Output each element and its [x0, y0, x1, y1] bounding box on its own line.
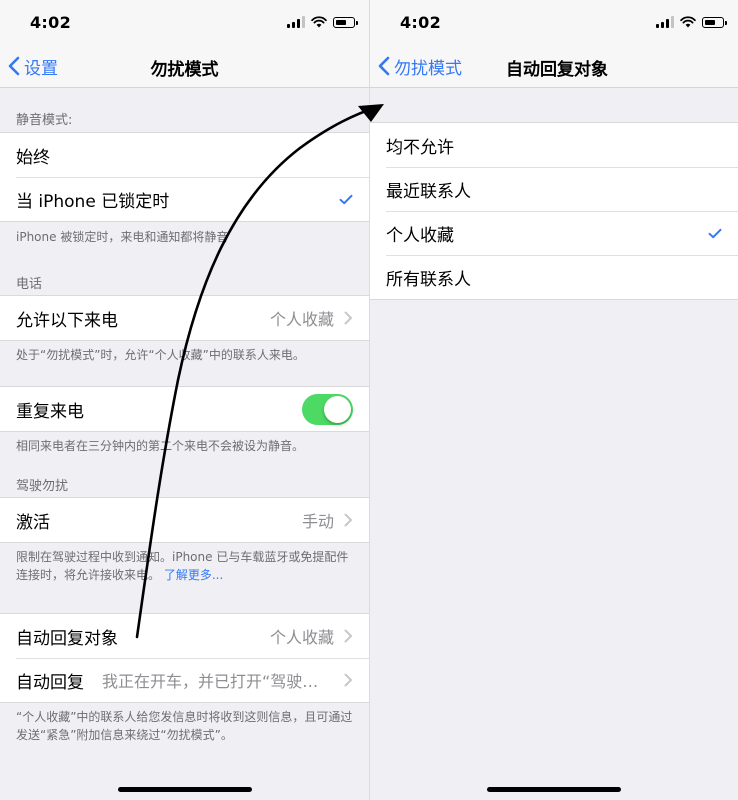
row-auto-reply[interactable]: 自动回复 我正在开车，并已打开“驾驶勿扰” [0, 658, 369, 702]
settings-list: 静音模式: 始终 当 iPhone 已锁定时 iPhone 被锁定时，来电和通知… [0, 88, 369, 800]
section-header-driving: 驾驶勿扰 [16, 479, 69, 494]
battery-icon [333, 17, 358, 28]
nav-bar: 设置 勿扰模式 [0, 44, 369, 88]
footer-repeated: 相同来电者在三分钟内的第二个来电不会被设为静音。 [16, 439, 305, 453]
right-screen: 4:02 勿扰模式 自动回复对象 均不允许 最近联系人 个人收藏 所有联系人 [370, 0, 738, 800]
chevron-right-icon [344, 311, 352, 325]
page-title: 自动回复对象 [506, 60, 608, 80]
footer-driving: 限制在驾驶过程中收到通知。iPhone 已与车载蓝牙或免提配件连接时，将允许接收… [16, 548, 355, 584]
wifi-icon [311, 16, 327, 28]
group-options: 均不允许 最近联系人 个人收藏 所有联系人 [370, 122, 738, 300]
row-activate[interactable]: 激活 手动 [0, 498, 369, 542]
row-auto-reply-to[interactable]: 自动回复对象 个人收藏 [0, 614, 369, 658]
chevron-left-icon [378, 56, 390, 76]
group-phone: 允许以下来电 个人收藏 [0, 295, 369, 341]
group-repeated: 重复来电 [0, 386, 369, 432]
row-allow-calls[interactable]: 允许以下来电 个人收藏 [0, 296, 369, 340]
row-label: 始终 [16, 147, 50, 168]
option-label: 最近联系人 [386, 181, 471, 202]
signal-icon [656, 16, 674, 28]
home-indicator [487, 787, 621, 792]
row-silence-always[interactable]: 始终 [0, 133, 369, 177]
system-icons [656, 14, 727, 28]
group-silence: 始终 当 iPhone 已锁定时 [0, 132, 369, 222]
option-label: 所有联系人 [386, 269, 471, 290]
row-value: 个人收藏 [269, 310, 334, 329]
battery-icon [702, 17, 727, 28]
option-label: 均不允许 [386, 137, 454, 158]
row-label: 自动回复 [16, 672, 84, 693]
chevron-left-icon [8, 56, 20, 76]
checkmark-icon [708, 228, 722, 238]
row-repeated-calls: 重复来电 [0, 387, 369, 431]
chevron-right-icon [344, 513, 352, 527]
learn-more-link[interactable]: 了解更多... [164, 568, 223, 582]
row-label: 允许以下来电 [16, 310, 118, 331]
section-header-phone: 电话 [16, 277, 43, 292]
status-bar: 4:02 [0, 0, 369, 44]
wifi-icon [680, 16, 696, 28]
footer-phone: 处于“勿扰模式”时，允许“个人收藏”中的联系人来电。 [16, 348, 305, 362]
checkmark-icon [339, 194, 353, 204]
signal-icon [287, 16, 305, 28]
row-label: 自动回复对象 [16, 628, 118, 649]
back-button-label: 勿扰模式 [394, 58, 462, 79]
row-value: 个人收藏 [269, 628, 334, 647]
row-label: 重复来电 [16, 401, 84, 422]
system-icons [287, 14, 358, 28]
left-screen: 4:02 设置 勿扰模式 静音模式: 始终 当 iPhone 已锁定时 iPho… [0, 0, 369, 800]
home-indicator [117, 787, 252, 792]
row-silence-locked[interactable]: 当 iPhone 已锁定时 [0, 177, 369, 221]
status-time: 4:02 [400, 13, 441, 32]
row-value: 我正在开车，并已打开“驾驶勿扰” [102, 672, 334, 691]
option-row[interactable]: 最近联系人 [370, 167, 738, 211]
group-auto-reply: 自动回复对象 个人收藏 自动回复 我正在开车，并已打开“驾驶勿扰” [0, 613, 369, 703]
row-value: 手动 [301, 512, 334, 531]
back-button-dnd[interactable]: 勿扰模式 [378, 52, 462, 80]
option-row[interactable]: 均不允许 [370, 123, 738, 167]
row-label: 激活 [16, 512, 50, 533]
group-driving: 激活 手动 [0, 497, 369, 543]
chevron-right-icon [344, 629, 352, 643]
option-row[interactable]: 个人收藏 [370, 211, 738, 255]
repeated-calls-toggle[interactable] [302, 393, 353, 425]
toggle-knob [324, 395, 351, 423]
back-button-label: 设置 [24, 58, 58, 79]
nav-bar: 勿扰模式 自动回复对象 [370, 44, 738, 88]
back-button-settings[interactable]: 设置 [8, 52, 58, 80]
status-time: 4:02 [30, 13, 71, 32]
auto-reply-options: 均不允许 最近联系人 个人收藏 所有联系人 [370, 88, 738, 800]
status-bar: 4:02 [370, 0, 738, 44]
section-header-silence: 静音模式: [16, 113, 73, 128]
footer-silence: iPhone 被锁定时，来电和通知都将静音 [16, 230, 229, 244]
option-row[interactable]: 所有联系人 [370, 255, 738, 299]
footer-auto-reply: “个人收藏”中的联系人给您发信息时将收到这则信息，且可通过发送“紧急”附加信息来… [16, 710, 353, 742]
row-label: 当 iPhone 已锁定时 [16, 191, 170, 212]
chevron-right-icon [344, 673, 352, 687]
option-label: 个人收藏 [386, 225, 454, 246]
